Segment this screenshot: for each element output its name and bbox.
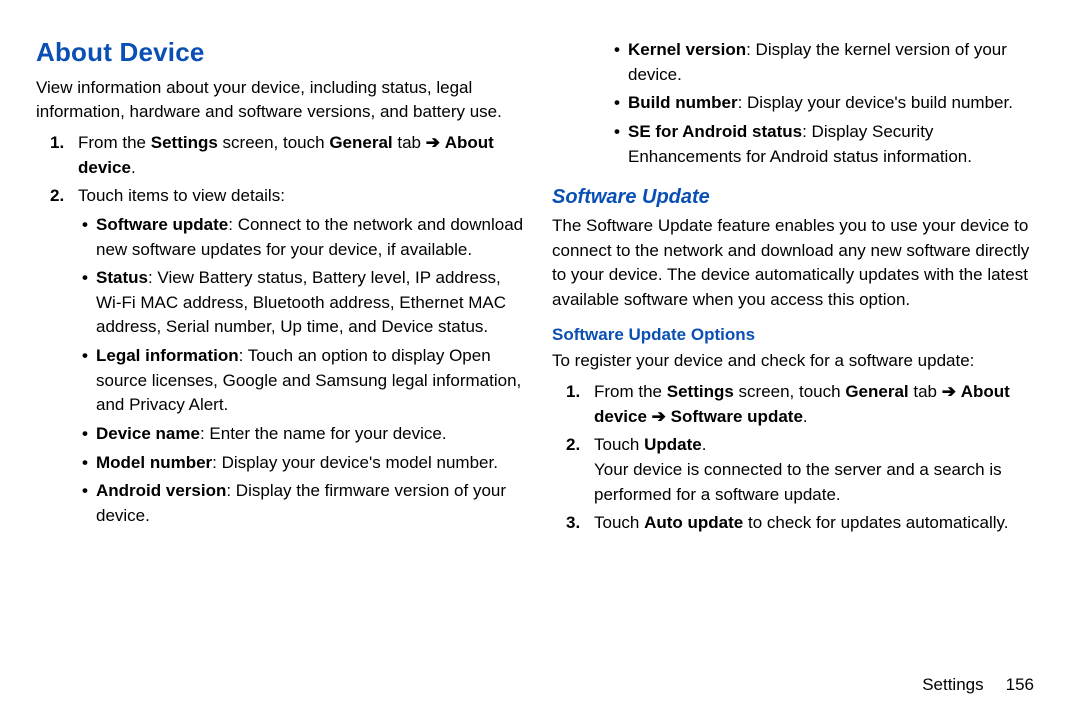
details-list-continued: Kernel version: Display the kernel versi…	[552, 38, 1044, 169]
list-item-se-android: SE for Android status: Display Security …	[628, 120, 1044, 169]
page-number: 156	[1006, 675, 1034, 694]
step-number: 1.	[50, 131, 64, 156]
step-2: 2. Touch items to view details: Software…	[78, 184, 528, 528]
step-text: From the Settings screen, touch General …	[594, 382, 1010, 426]
step-1: 1. From the Settings screen, touch Gener…	[78, 131, 528, 180]
list-item-legal: Legal information: Touch an option to di…	[96, 344, 528, 418]
about-device-intro: View information about your device, incl…	[36, 76, 528, 125]
list-item-software-update: Software update: Connect to the network …	[96, 213, 528, 262]
software-update-intro: The Software Update feature enables you …	[552, 214, 1044, 313]
step-number: 2.	[50, 184, 64, 209]
list-item-status: Status: View Battery status, Battery lev…	[96, 266, 528, 340]
list-item-model-number: Model number: Display your device's mode…	[96, 451, 528, 476]
right-column: Kernel version: Display the kernel versi…	[552, 34, 1044, 720]
software-update-options-intro: To register your device and check for a …	[552, 349, 1044, 374]
about-device-steps: 1. From the Settings screen, touch Gener…	[36, 131, 528, 529]
list-item-build: Build number: Display your device's buil…	[628, 91, 1044, 116]
step-number: 3.	[566, 511, 580, 536]
step-3: 3. Touch Auto update to check for update…	[594, 511, 1044, 536]
details-list: Software update: Connect to the network …	[78, 213, 528, 529]
page-footer: Settings 156	[922, 673, 1034, 698]
software-update-steps: 1. From the Settings screen, touch Gener…	[552, 380, 1044, 536]
step-2: 2. Touch Update. Your device is connecte…	[594, 433, 1044, 507]
step-1: 1. From the Settings screen, touch Gener…	[594, 380, 1044, 429]
section-label: Settings	[922, 675, 983, 694]
step-body: Your device is connected to the server a…	[594, 458, 1044, 507]
list-item-kernel: Kernel version: Display the kernel versi…	[628, 38, 1044, 87]
software-update-heading: Software Update	[552, 183, 1044, 212]
arrow-icon: ➔	[426, 133, 440, 152]
about-device-heading: About Device	[36, 34, 528, 72]
step-number: 2.	[566, 433, 580, 458]
step-text: Touch items to view details:	[78, 186, 285, 205]
step-text: From the Settings screen, touch General …	[78, 133, 494, 177]
manual-page: About Device View information about your…	[0, 0, 1080, 720]
arrow-icon: ➔	[942, 382, 956, 401]
arrow-icon: ➔	[652, 407, 666, 426]
step-number: 1.	[566, 380, 580, 405]
step-text: Touch Auto update to check for updates a…	[594, 513, 1008, 532]
step-text: Touch Update.	[594, 435, 706, 454]
left-column: About Device View information about your…	[36, 34, 528, 720]
software-update-options-heading: Software Update Options	[552, 323, 1044, 348]
list-item-android-version: Android version: Display the firmware ve…	[96, 479, 528, 528]
list-item-device-name: Device name: Enter the name for your dev…	[96, 422, 528, 447]
